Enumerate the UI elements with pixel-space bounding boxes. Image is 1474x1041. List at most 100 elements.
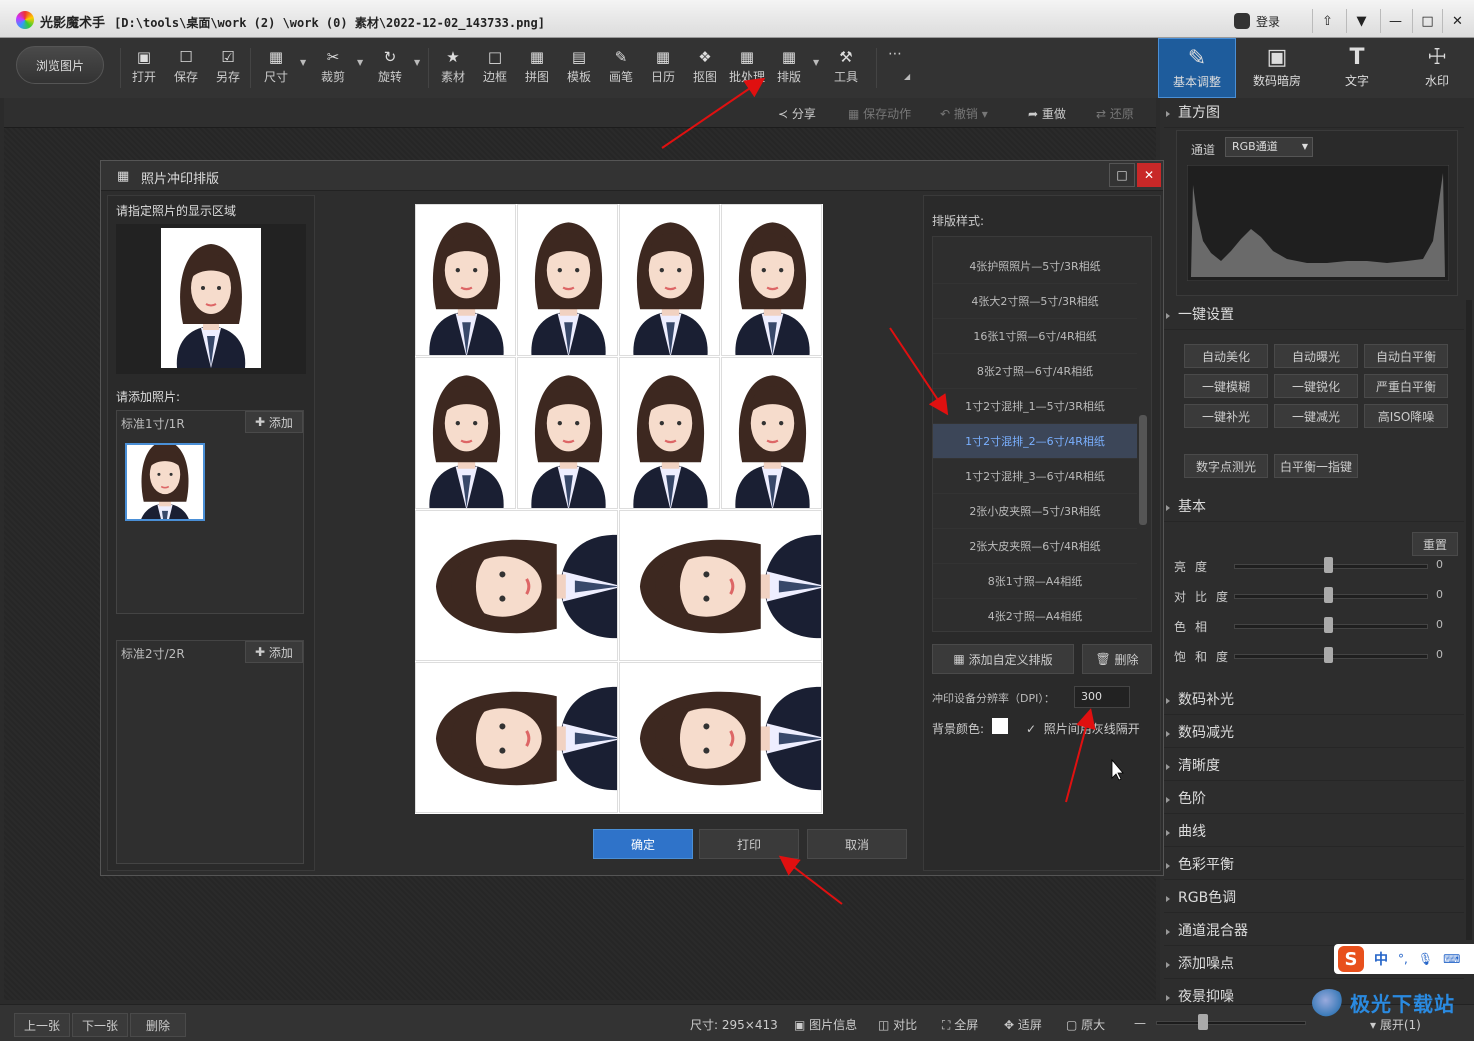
layout-list-item[interactable]: 16张1寸照—6寸/4R相纸 <box>933 319 1137 354</box>
section-header[interactable]: 色彩平衡 <box>1164 850 1464 880</box>
layout-list-item[interactable]: 2张大皮夹照—6寸/4R相纸 <box>933 529 1137 564</box>
layout-list-item[interactable]: 2张小皮夹照—5寸/3R相纸 <box>933 494 1137 529</box>
gray-line-checkbox[interactable]: ✓ 照片间用灰线隔开 <box>1026 720 1140 737</box>
restore-button[interactable]: ⇄ 还原 <box>1096 105 1134 122</box>
add-1r-button[interactable]: ✚ 添加 <box>245 411 303 433</box>
resize-dropdown-caret-icon[interactable]: ▼ <box>300 58 306 67</box>
login-button[interactable]: 登录 <box>1234 10 1302 32</box>
tool-save-as-button[interactable]: ☑ 另存 <box>208 46 248 92</box>
tool-cutout-button[interactable]: ❖ 抠图 <box>685 46 725 92</box>
save-action-button[interactable]: ▦ 保存动作 <box>848 105 911 122</box>
section-one-click[interactable]: 一键设置 <box>1164 300 1464 330</box>
prev-button[interactable]: 上一张 <box>14 1013 70 1037</box>
section-header[interactable]: 数码减光 <box>1164 718 1464 748</box>
channel-select[interactable]: RGB通道 ▼ <box>1225 137 1313 157</box>
delete-layout-button[interactable]: 🗑 删除 <box>1082 644 1152 674</box>
tool-batch-button[interactable]: ▦ 批处理 <box>727 46 767 92</box>
display-photo[interactable] <box>161 228 261 368</box>
maximize-button[interactable]: □ <box>1412 9 1442 33</box>
tool-save-button[interactable]: ☐ 保存 <box>166 46 206 92</box>
tab-watermark[interactable]: ☩ 水印 <box>1398 38 1474 98</box>
tool-calendar-button[interactable]: ▦ 日历 <box>643 46 683 92</box>
tool-material-button[interactable]: ★ 素材 <box>433 46 473 92</box>
menu-icon[interactable]: ▼ <box>1346 9 1376 33</box>
reset-button[interactable]: 重置 <box>1412 532 1458 556</box>
display-area-box[interactable] <box>116 224 306 374</box>
add-2r-button[interactable]: ✚ 添加 <box>245 641 303 663</box>
skin-icon[interactable]: ⇧ <box>1312 9 1342 33</box>
compare-button[interactable]: ◫ 对比 <box>878 1016 917 1033</box>
redo-button[interactable]: ➦ 重做 <box>1028 105 1066 122</box>
ime-toolbar[interactable]: S 中 °, 🎙 ⌨ <box>1334 944 1474 974</box>
layout-dropdown-caret-icon[interactable]: ▼ <box>813 58 819 67</box>
add-custom-layout-button[interactable]: ▦ 添加自定义排版 <box>932 644 1074 674</box>
tool-template-button[interactable]: ▤ 模板 <box>559 46 599 92</box>
bg-color-swatch[interactable] <box>992 718 1008 734</box>
dialog-close-button[interactable]: ✕ <box>1137 163 1161 187</box>
original-size-button[interactable]: ▢ 原大 <box>1066 1016 1105 1033</box>
zoom-out-icon[interactable]: — <box>1134 1016 1146 1030</box>
panel-scrollbar[interactable] <box>1466 300 1472 940</box>
oneclick-button[interactable]: 白平衡一指键 <box>1274 454 1358 478</box>
slider-knob[interactable] <box>1324 617 1333 633</box>
section-header[interactable]: 清晰度 <box>1164 751 1464 781</box>
tool-crop-button[interactable]: ✂ 裁剪 <box>313 46 353 92</box>
layout-list-item[interactable]: 4张护照照片—5寸/3R相纸 <box>933 249 1137 284</box>
section-histogram[interactable]: 直方图 <box>1164 98 1464 128</box>
next-button[interactable]: 下一张 <box>72 1013 128 1037</box>
section-basic[interactable]: 基本 <box>1164 492 1464 522</box>
tab-text[interactable]: T 文字 <box>1318 38 1396 98</box>
layout-list-scrollbar[interactable] <box>1139 415 1147 525</box>
fit-button[interactable]: ✥ 适屏 <box>1004 1016 1042 1033</box>
undo-button[interactable]: ↶ 撤销 ▾ <box>940 105 988 122</box>
layout-list-item[interactable]: 1寸2寸混排_1—5寸/3R相纸 <box>933 389 1137 424</box>
close-button[interactable]: ✕ <box>1442 9 1472 33</box>
tool-border-button[interactable]: □ 边框 <box>475 46 515 92</box>
dialog-maximize-button[interactable]: □ <box>1109 163 1135 187</box>
dpi-input[interactable]: 300 <box>1074 686 1130 708</box>
tab-basic-adjust[interactable]: ✎ 基本调整 <box>1158 38 1236 98</box>
delete-image-button[interactable]: 删除 <box>130 1013 186 1037</box>
slider-knob[interactable] <box>1324 587 1333 603</box>
browse-images-button[interactable]: 浏览图片 <box>16 46 104 84</box>
tab-darkroom[interactable]: ▣ 数码暗房 <box>1238 38 1316 98</box>
tool-layout-button[interactable]: ▦ 排版 <box>769 46 809 92</box>
zoom-slider-knob[interactable] <box>1198 1014 1208 1030</box>
photo-thumbnail[interactable] <box>125 443 205 521</box>
oneclick-button[interactable]: 自动美化 <box>1184 344 1268 368</box>
section-header[interactable]: 数码补光 <box>1164 685 1464 715</box>
layout-list-item[interactable]: 1寸2寸混排_3—6寸/4R相纸 <box>933 459 1137 494</box>
tool-brush-button[interactable]: ✎ 画笔 <box>601 46 641 92</box>
section-header[interactable]: 色阶 <box>1164 784 1464 814</box>
layout-list-item[interactable]: 4张大2寸照—5寸/3R相纸 <box>933 284 1137 319</box>
oneclick-button[interactable]: 自动白平衡 <box>1364 344 1448 368</box>
expand-button[interactable]: ▾ 展开(1) <box>1370 1016 1421 1033</box>
fullscreen-button[interactable]: ⛶ 全屏 <box>942 1016 978 1033</box>
oneclick-button[interactable]: 高ISO降噪 <box>1364 404 1448 428</box>
tool-tools-button[interactable]: ⚒ 工具 <box>826 46 866 92</box>
print-button[interactable]: 打印 <box>699 829 799 859</box>
share-button[interactable]: ≺ 分享 <box>778 105 816 122</box>
oneclick-button[interactable]: 一键锐化 <box>1274 374 1358 398</box>
more-tools-button[interactable]: ⋯ <box>888 46 902 62</box>
oneclick-button[interactable]: 一键模糊 <box>1184 374 1268 398</box>
layout-list-item[interactable]: 1寸2寸混排_2—6寸/4R相纸 <box>933 424 1137 459</box>
tool-collage-button[interactable]: ▦ 拼图 <box>517 46 557 92</box>
rotate-dropdown-caret-icon[interactable]: ▼ <box>414 58 420 67</box>
tool-resize-button[interactable]: ▦ 尺寸 <box>256 46 296 92</box>
section-header[interactable]: 曲线 <box>1164 817 1464 847</box>
oneclick-button[interactable]: 自动曝光 <box>1274 344 1358 368</box>
layout-list-item[interactable]: 8张1寸照—A4相纸 <box>933 564 1137 599</box>
layout-list-item[interactable]: 8张2寸照—6寸/4R相纸 <box>933 354 1137 389</box>
layout-list-item[interactable]: 4张2寸照—A4相纸 <box>933 599 1137 631</box>
zoom-slider[interactable] <box>1156 1021 1306 1025</box>
oneclick-button[interactable]: 一键减光 <box>1274 404 1358 428</box>
tool-rotate-button[interactable]: ↻ 旋转 <box>370 46 410 92</box>
oneclick-button[interactable]: 一键补光 <box>1184 404 1268 428</box>
section-header[interactable]: 通道混合器 <box>1164 916 1464 946</box>
slider-knob[interactable] <box>1324 647 1333 663</box>
cancel-button[interactable]: 取消 <box>807 829 907 859</box>
slider-knob[interactable] <box>1324 557 1333 573</box>
oneclick-button[interactable]: 数字点测光 <box>1184 454 1268 478</box>
section-header[interactable]: RGB色调 <box>1164 883 1464 913</box>
